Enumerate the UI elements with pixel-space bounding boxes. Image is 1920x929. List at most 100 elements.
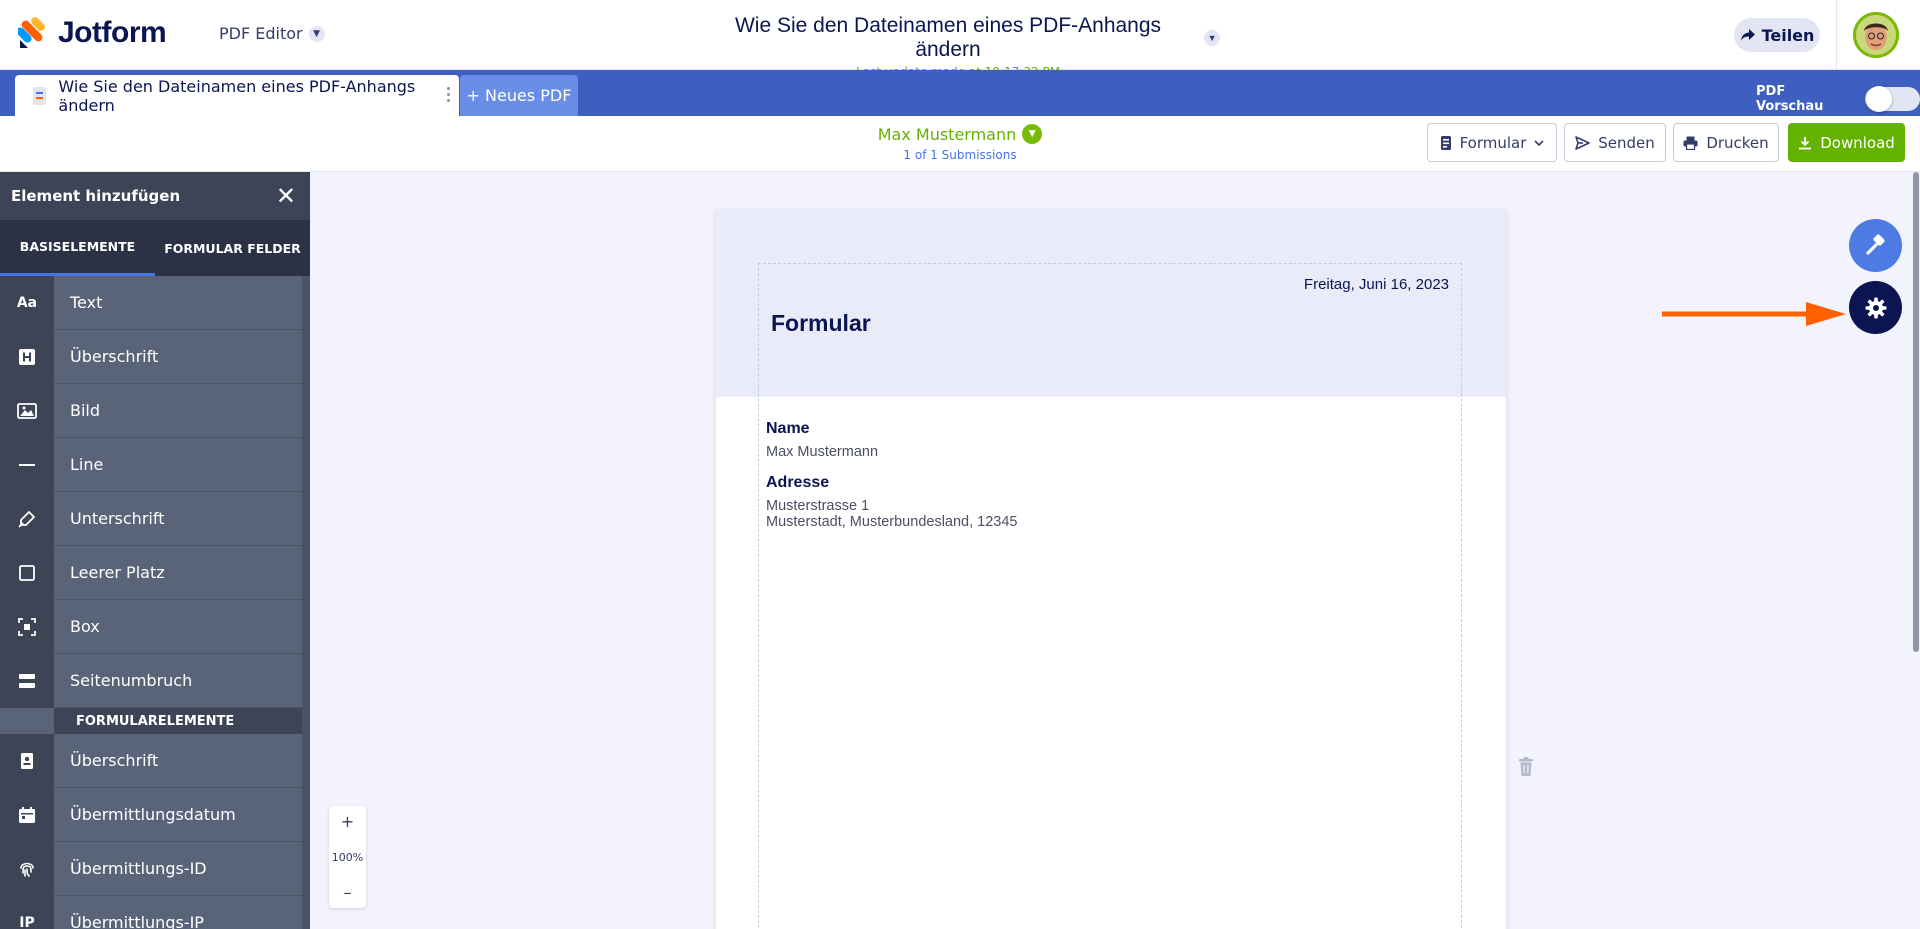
pdf-page: Freitag, Juni 16, 2023 Formular Name Max…: [716, 209, 1506, 929]
tab-basiselemente[interactable]: BASISELEMENTE: [0, 220, 155, 276]
jotform-logo[interactable]: Jotform: [18, 16, 167, 50]
element-item-image[interactable]: Bild: [0, 383, 310, 438]
badge-icon: [0, 733, 54, 788]
page-content-area[interactable]: Freitag, Juni 16, 2023 Formular Name Max…: [758, 263, 1462, 929]
element-item-page-break[interactable]: Seitenumbruch: [0, 653, 310, 708]
tab-formular-felder[interactable]: FORMULAR FELDER: [155, 220, 310, 276]
zoom-out-button[interactable]: –: [344, 883, 352, 902]
pointer-arrow-annotation: [1662, 302, 1846, 326]
settings-button[interactable]: [1849, 281, 1902, 334]
document-title[interactable]: Wie Sie den Dateinamen eines PDF-Anhangs…: [700, 14, 1220, 62]
main-scrollbar[interactable]: [1912, 172, 1920, 929]
scrollbar-thumb[interactable]: [1913, 172, 1919, 652]
close-icon[interactable]: ✕: [276, 182, 296, 210]
share-button[interactable]: Teilen: [1734, 18, 1820, 52]
send-button[interactable]: Senden: [1564, 123, 1666, 162]
panel-title: Element hinzufügen: [11, 187, 181, 205]
send-icon: [1575, 135, 1591, 150]
document-date[interactable]: Freitag, Juni 16, 2023: [1304, 276, 1449, 293]
panel-tabs: BASISELEMENTE FORMULAR FELDER: [0, 220, 310, 276]
jotform-logo-icon: [18, 17, 45, 48]
submission-count: 1 of 1 Submissions: [903, 148, 1017, 162]
panel-header: Element hinzufügen ✕: [0, 172, 310, 220]
element-label: Box: [70, 617, 100, 636]
form-icon: [1440, 135, 1451, 150]
download-label: Download: [1820, 133, 1895, 152]
trash-icon[interactable]: [1518, 757, 1534, 777]
image-icon: [0, 383, 54, 438]
element-item-submission-date[interactable]: Übermittlungsdatum: [0, 787, 310, 842]
kebab-menu-icon[interactable]: [447, 87, 451, 103]
element-item-line[interactable]: Line: [0, 437, 310, 492]
element-label: Bild: [70, 401, 101, 420]
field-value: Max Mustermann: [766, 444, 879, 460]
chevron-down-icon: [1534, 139, 1544, 146]
pdf-preview-control: PDF Vorschau: [1756, 84, 1920, 114]
element-label: Übermittlungs-ID: [70, 859, 207, 878]
field-address[interactable]: Adresse Musterstrasse 1 Musterstadt, Mus…: [766, 474, 1017, 530]
element-label: Überschrift: [70, 751, 159, 770]
element-item-heading[interactable]: Überschrift: [0, 329, 310, 384]
download-button[interactable]: Download: [1788, 123, 1905, 162]
tab-label: Wie Sie den Dateinamen eines PDF-Anhangs…: [58, 76, 416, 115]
chevron-down-icon: ▼: [1204, 30, 1220, 46]
field-label: Adresse: [766, 474, 830, 491]
element-item-signature[interactable]: Unterschrift: [0, 491, 310, 546]
field-label: Name: [766, 420, 810, 437]
element-label: Seitenumbruch: [70, 671, 193, 690]
chevron-down-icon[interactable]: ▼: [1022, 124, 1043, 144]
heading-icon: [0, 329, 54, 384]
avatar[interactable]: [1853, 12, 1899, 58]
download-icon: [1799, 136, 1812, 149]
zoom-level: 100%: [331, 850, 364, 864]
document-icon: [33, 86, 47, 105]
submission-name-row: Max Mustermann ▼: [878, 124, 1043, 144]
element-label: Überschrift: [70, 347, 159, 366]
app-switcher-label: PDF Editor: [219, 24, 303, 43]
zoom-in-button[interactable]: +: [341, 812, 354, 831]
chevron-down-icon: ▼: [308, 25, 325, 42]
document-title-text: Wie Sie den Dateinamen eines PDF-Anhangs…: [734, 14, 1162, 61]
tab-current-pdf[interactable]: Wie Sie den Dateinamen eines PDF-Anhangs…: [15, 75, 459, 116]
formular-dropdown-button[interactable]: Formular: [1427, 123, 1557, 162]
new-pdf-button[interactable]: + Neues PDF: [460, 75, 578, 116]
element-label: Übermittlungs-IP: [70, 913, 204, 929]
send-label: Senden: [1598, 133, 1655, 152]
pen-icon: [0, 491, 54, 546]
submission-selector[interactable]: Max Mustermann ▼ 1 of 1 Submissions: [860, 124, 1060, 162]
document-heading[interactable]: Formular: [771, 310, 871, 337]
paint-roller-icon: [1865, 233, 1885, 255]
panel-scrollbar[interactable]: [302, 276, 310, 929]
user-photo: [1856, 15, 1896, 55]
element-label: Übermittlungsdatum: [70, 805, 236, 824]
app-switcher[interactable]: PDF Editor ▼: [219, 24, 325, 43]
element-item-box[interactable]: Box: [0, 599, 310, 654]
print-label: Drucken: [1706, 133, 1769, 152]
square-icon: [0, 545, 54, 600]
share-label: Teilen: [1761, 25, 1815, 45]
field-name[interactable]: Name Max Mustermann: [766, 420, 878, 460]
text-icon: Aa: [0, 275, 54, 330]
print-button[interactable]: Drucken: [1673, 123, 1779, 162]
ip-icon: IP: [0, 895, 54, 929]
element-item-form-heading[interactable]: Überschrift: [0, 733, 310, 788]
element-list: Aa Text Überschrift Bild Line Unterschri…: [0, 275, 310, 929]
brand-name: Jotform: [58, 16, 167, 49]
element-item-submission-ip[interactable]: IP Übermittlungs-IP: [0, 895, 310, 929]
gear-icon: [1865, 297, 1886, 318]
calendar-icon: [0, 787, 54, 842]
field-value-line2: Musterstadt, Musterbundesland, 12345: [766, 514, 1018, 530]
designer-button[interactable]: [1849, 219, 1902, 272]
line-icon: [0, 437, 54, 492]
element-item-submission-id[interactable]: Übermittlungs-ID: [0, 841, 310, 896]
printer-icon: [1683, 136, 1698, 150]
element-label: Unterschrift: [70, 509, 165, 528]
element-label: Line: [70, 455, 104, 474]
box-icon: [0, 599, 54, 654]
element-label: Leerer Platz: [70, 563, 165, 582]
element-item-empty-space[interactable]: Leerer Platz: [0, 545, 310, 600]
submission-name: Max Mustermann: [877, 124, 1017, 144]
element-item-text[interactable]: Aa Text: [0, 275, 310, 330]
add-element-panel: Element hinzufügen ✕ BASISELEMENTE FORMU…: [0, 172, 310, 929]
pdf-preview-toggle[interactable]: [1865, 86, 1920, 112]
